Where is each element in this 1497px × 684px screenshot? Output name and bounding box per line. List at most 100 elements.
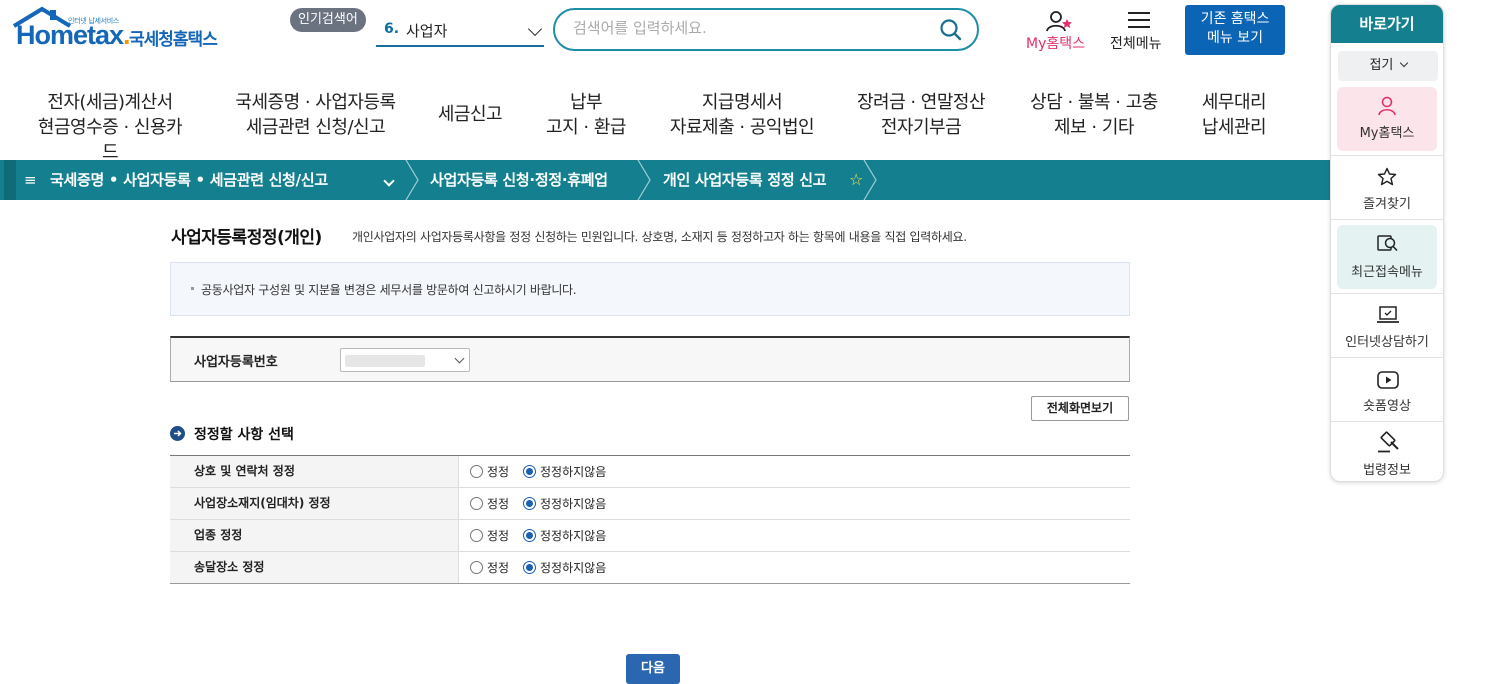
business-number-label: 사업자등록번호 (194, 355, 278, 370)
table-row: 상호 및 연락처 정정 정정 정정하지않음 (170, 456, 1130, 488)
popular-term: 사업자 (406, 22, 448, 40)
radio-label: 정정하지않음 (540, 497, 607, 511)
radio-label: 정정 (487, 561, 510, 575)
laptop-icon (1377, 306, 1399, 323)
gnb-line: 세무대리 (1201, 92, 1267, 113)
gnb-line: 자료제출 · 공익법인 (669, 117, 815, 138)
gnb-line: 세금관련 신청/신고 (245, 117, 386, 138)
row-label: 사업장소재지(임대차) 정정 (170, 488, 458, 519)
breadcrumb: ≡ 국세증명 • 사업자등록 • 세금관련 신청/신고 사업자등록 신청·정정·… (0, 160, 1330, 200)
table-row: 송달장소 정정 정정 정정하지않음 (170, 552, 1130, 584)
my-hometax-label: My홈택스 (1026, 36, 1086, 52)
gnb-item-payment[interactable]: 납부 고지 · 환급 (536, 90, 636, 140)
section-title-text: 정정할 사항 선택 (194, 427, 294, 443)
radio-no-correct[interactable] (523, 529, 536, 542)
all-menu-button[interactable]: 전체메뉴 (1106, 8, 1172, 52)
gnb-item-tax-report[interactable]: 세금신고 (428, 102, 512, 127)
gnb-line: 납세관리 (1201, 117, 1267, 138)
radio-label: 정정 (487, 497, 510, 511)
chevron-down-icon[interactable] (383, 160, 395, 200)
search-icon[interactable] (939, 18, 963, 46)
chevron-down-icon (527, 21, 543, 37)
fold-button[interactable]: 접기 (1338, 51, 1438, 81)
logo-wordmark: Hometax. (16, 20, 130, 51)
full-screen-button[interactable]: 전체화면보기 (1031, 396, 1129, 421)
breadcrumb-separator (405, 160, 419, 200)
masked-value (345, 355, 425, 367)
radio-correct[interactable] (470, 561, 483, 574)
gnb-line: 전자(세금)계산서 (47, 92, 173, 113)
all-menu-label: 전체메뉴 (1110, 36, 1162, 52)
gnb-line: 지급명세서 (701, 92, 783, 113)
page-description: 개인사업자의 사업자등록사항을 정정 신청하는 민원입니다. 상호명, 소재지 … (352, 230, 967, 244)
gnb-item-statement[interactable]: 지급명세서자료제출 · 공익법인 (664, 90, 820, 140)
row-label: 업종 정정 (170, 520, 458, 551)
user-star-icon (1046, 11, 1072, 32)
radio-no-correct[interactable] (523, 465, 536, 478)
radio-correct[interactable] (470, 497, 483, 510)
radio-correct[interactable] (470, 529, 483, 542)
favorite-star-icon[interactable]: ☆ (849, 160, 863, 200)
notice-text: 공동사업자 구성원 및 지분율 변경은 세무서를 방문하여 신고하시기 바랍니다… (201, 283, 577, 297)
legacy-menu-line2: 메뉴 보기 (1207, 30, 1263, 46)
gnb-item-consult[interactable]: 상담 · 불복 · 고충제보 · 기타 (1022, 90, 1166, 140)
gnb-item-invoice[interactable]: 전자(세금)계산서 현금영수증 · 신용카드 (30, 90, 190, 165)
row-options: 정정 정정하지않음 (458, 488, 1130, 519)
logo-word-tax: tax (87, 20, 124, 50)
quick-item-favorites[interactable]: 즐겨찾기 (1331, 157, 1443, 219)
row-options: 정정 정정하지않음 (458, 456, 1130, 487)
search-input[interactable] (573, 19, 923, 37)
breadcrumb-level2[interactable]: 사업자등록 신청·정정·휴폐업 (430, 160, 608, 200)
gavel-icon (1378, 431, 1399, 453)
quick-links-panel: 바로가기 접기 My홈택스 즐겨찾기 최근접속메뉴 인터넷상담하기 숏폼영상 법… (1330, 4, 1444, 482)
correction-table: 상호 및 연락처 정정 정정 정정하지않음 사업장소재지(임대차) 정정 정정 … (170, 455, 1130, 584)
logo-word-home: Home (16, 20, 88, 50)
quick-item-label: 법령정보 (1363, 463, 1411, 478)
radio-label: 정정하지않음 (540, 561, 607, 575)
gnb-line: 제보 · 기타 (1054, 117, 1134, 138)
gnb-item-incentive[interactable]: 장려금 · 연말정산 전자기부금 (848, 90, 994, 140)
quick-item-recent[interactable]: 최근접속메뉴 (1331, 225, 1443, 291)
breadcrumb-menu-icon[interactable]: ≡ (24, 160, 37, 200)
chevron-down-icon (454, 353, 465, 364)
radio-no-correct[interactable] (523, 497, 536, 510)
divider (1331, 293, 1443, 294)
play-icon (1377, 371, 1399, 389)
quick-item-shortform[interactable]: 숏폼영상 (1331, 359, 1443, 421)
breadcrumb-level1[interactable]: 국세증명 • 사업자등록 • 세금관련 신청/신고 (50, 160, 328, 200)
legacy-menu-line1: 기존 홈택스 (1200, 11, 1270, 27)
breadcrumb-level3: 개인 사업자등록 정정 신고 (663, 171, 827, 189)
business-number-row: 사업자등록번호 (170, 336, 1130, 382)
fold-label: 접기 (1369, 58, 1394, 73)
popular-rank: 6. (384, 21, 400, 37)
gnb-line: 상담 · 불복 · 고충 (1030, 92, 1158, 113)
divider (1331, 357, 1443, 358)
bullet (191, 287, 194, 290)
radio-no-correct[interactable] (523, 561, 536, 574)
quick-item-consult[interactable]: 인터넷상담하기 (1331, 295, 1443, 357)
notice-box: 공동사업자 구성원 및 지분율 변경은 세무서를 방문하여 신고하시기 바랍니다… (170, 262, 1130, 316)
row-options: 정정 정정하지않음 (458, 552, 1130, 583)
quick-item-my-hometax[interactable]: My홈택스 (1331, 87, 1443, 153)
gnb-item-certificate[interactable]: 국세증명 · 사업자등록 세금관련 신청/신고 (228, 90, 403, 140)
hometax-logo[interactable]: 인터넷 납세서비스 Hometax. 국세청홈택스 (12, 6, 227, 52)
my-hometax-button[interactable]: My홈택스 (1020, 8, 1100, 52)
divider (1331, 219, 1443, 220)
quick-item-label: 숏폼영상 (1363, 399, 1411, 414)
radio-correct[interactable] (470, 465, 483, 478)
gnb-item-agent[interactable]: 세무대리납세관리 (1190, 90, 1278, 140)
section-title: 정정할 사항 선택 (170, 424, 370, 444)
row-options: 정정 정정하지않음 (458, 520, 1130, 551)
divider (1331, 421, 1443, 422)
radio-label: 정정하지않음 (540, 465, 607, 479)
logo-korean: 국세청홈택스 (129, 30, 218, 50)
search-box (553, 8, 979, 51)
gnb-line: 세금신고 (437, 104, 503, 125)
popular-search-badge: 인기검색어 (290, 8, 366, 32)
hamburger-icon (1128, 12, 1150, 28)
legacy-menu-button[interactable]: 기존 홈택스 메뉴 보기 (1185, 5, 1285, 55)
quick-item-law[interactable]: 법령정보 (1331, 423, 1443, 481)
popular-search-select[interactable]: 6. 사업자 (376, 13, 544, 47)
business-number-select[interactable] (340, 348, 470, 372)
breadcrumb-separator (637, 160, 651, 200)
